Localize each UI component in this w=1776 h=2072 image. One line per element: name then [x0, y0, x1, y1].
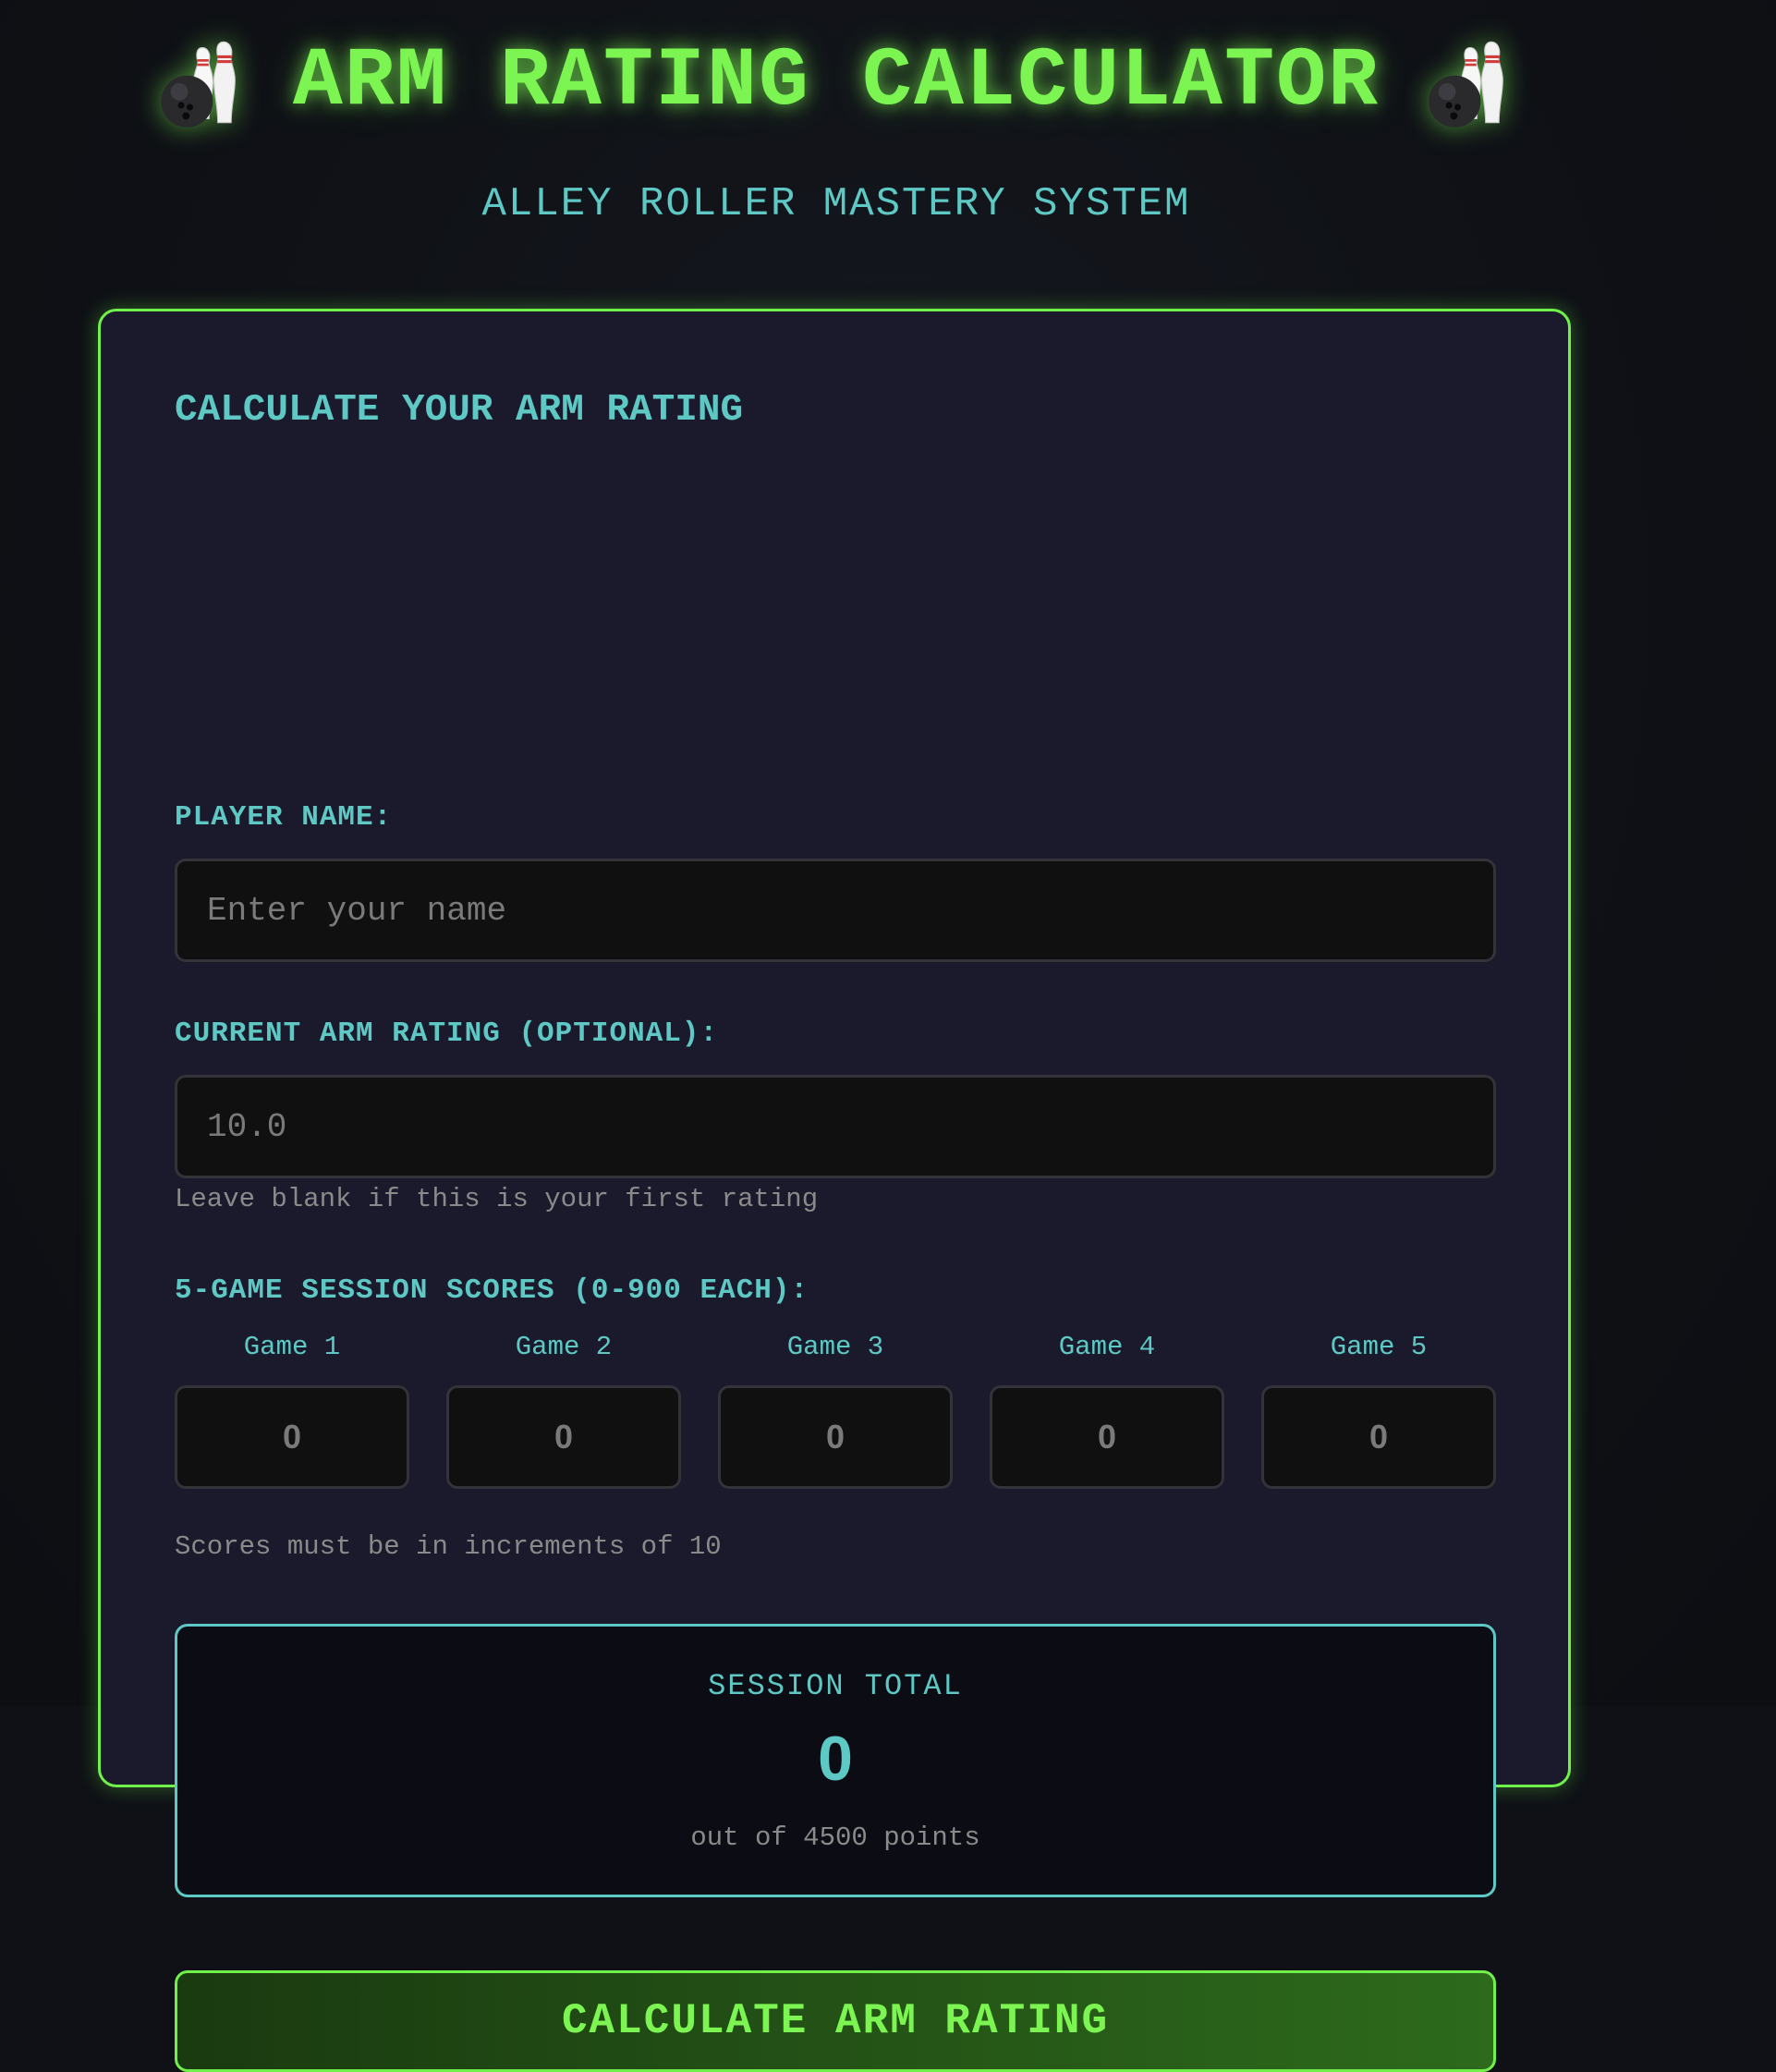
- session-total-panel: SESSION TOTAL 0 out of 4500 points: [175, 1624, 1496, 1897]
- page-title: ARM RATING CALCULATOR: [292, 35, 1381, 129]
- bowling-icon: [161, 41, 236, 128]
- page: ARM RATING CALCULATOR ALLEY ROLLER MASTE…: [98, 0, 1575, 2072]
- game-5: Game 5: [1261, 1332, 1496, 1489]
- calculator-card: CALCULATE YOUR ARM RATING PLAYER NAME: C…: [98, 309, 1571, 2072]
- game-2-label: Game 2: [515, 1332, 613, 1362]
- header: ARM RATING CALCULATOR ALLEY ROLLER MASTE…: [98, 0, 1575, 277]
- player-name-input[interactable]: [175, 859, 1496, 962]
- game-4-label: Game 4: [1058, 1332, 1156, 1362]
- game-1-score-input[interactable]: [175, 1385, 409, 1489]
- session-scores-label: 5-GAME SESSION SCORES (0-900 EACH):: [175, 1274, 809, 1307]
- game-1-label: Game 1: [243, 1332, 341, 1362]
- form-heading: CALCULATE YOUR ARM RATING: [175, 389, 744, 432]
- session-total-label: SESSION TOTAL: [708, 1669, 963, 1703]
- game-2: Game 2: [446, 1332, 681, 1489]
- session-total-subtext: out of 4500 points: [690, 1822, 980, 1853]
- game-scores: Game 1 Game 2 Game 3 Game 4 Game 5: [175, 1332, 1496, 1489]
- game-5-score-input[interactable]: [1261, 1385, 1496, 1489]
- title-row: ARM RATING CALCULATOR: [98, 31, 1575, 133]
- current-rating-input[interactable]: [175, 1075, 1496, 1178]
- bowling-icon: [1429, 41, 1503, 128]
- game-2-score-input[interactable]: [446, 1385, 681, 1489]
- session-total-value: 0: [818, 1724, 853, 1794]
- game-4: Game 4: [990, 1332, 1224, 1489]
- game-4-score-input[interactable]: [990, 1385, 1224, 1489]
- current-rating-label: CURRENT ARM RATING (OPTIONAL):: [175, 1018, 719, 1050]
- game-3-score-input[interactable]: [718, 1385, 953, 1489]
- game-3-label: Game 3: [786, 1332, 884, 1362]
- calculate-button[interactable]: CALCULATE ARM RATING: [175, 1970, 1496, 2072]
- game-1: Game 1: [175, 1332, 409, 1489]
- page-subtitle: ALLEY ROLLER MASTERY SYSTEM: [481, 181, 1191, 227]
- game-5-label: Game 5: [1330, 1332, 1428, 1362]
- game-3: Game 3: [718, 1332, 953, 1489]
- current-rating-hint: Leave blank if this is your first rating: [175, 1184, 819, 1214]
- player-name-label: PLAYER NAME:: [175, 801, 393, 834]
- scores-hint: Scores must be in increments of 10: [175, 1531, 722, 1562]
